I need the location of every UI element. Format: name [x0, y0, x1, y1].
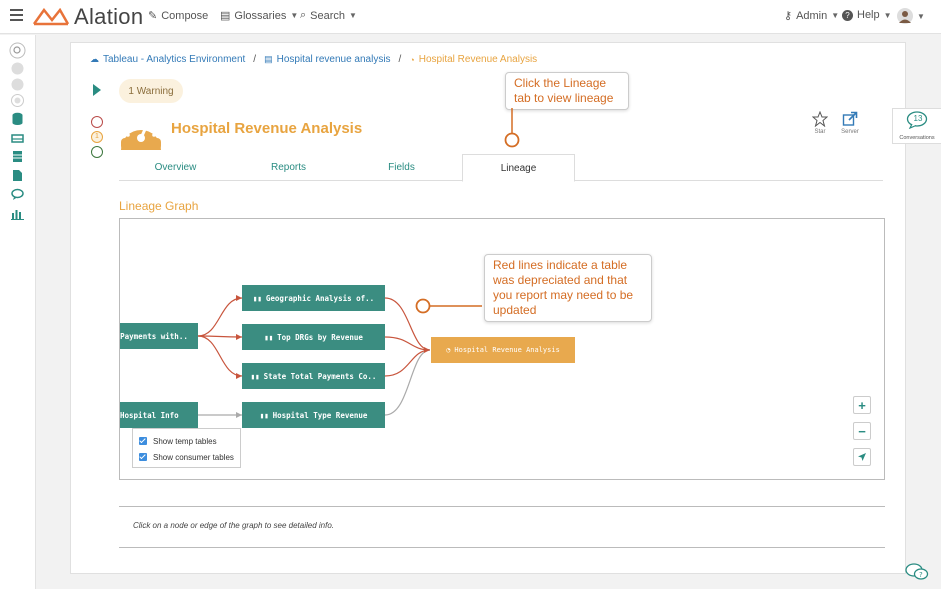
top-navbar: Alation ✎ Compose ▤ Glossaries ▼ ⌕ Searc…	[0, 0, 941, 34]
zoom-out-button[interactable]: −	[853, 422, 871, 440]
warning-badge[interactable]: 1 Warning	[119, 79, 183, 103]
tab-overview[interactable]: Overview	[119, 154, 232, 181]
edge-typerev-report	[384, 349, 431, 416]
status-green-circle-icon[interactable]	[91, 146, 103, 158]
server-label: Server	[841, 129, 859, 135]
dashboard-icon: ◔	[409, 54, 415, 65]
zoom-in-button[interactable]: +	[853, 396, 871, 414]
sidebar-target-icon[interactable]	[11, 94, 24, 107]
key-icon: ⚷	[784, 10, 793, 22]
logo-text: Alation	[74, 4, 144, 29]
caret-down-icon: ▼	[883, 10, 892, 20]
sidebar-search-icon[interactable]	[9, 42, 26, 59]
show-consumer-tables-option[interactable]: Show consumer tables	[139, 449, 234, 465]
edge-payments-geo	[197, 297, 243, 337]
callout-lineage-pointer	[504, 108, 520, 148]
breadcrumb-current: Hospital Revenue Analysis	[418, 54, 538, 65]
nav-admin[interactable]: ⚷ Admin ▼	[784, 9, 840, 23]
sidebar-chat-icon[interactable]	[11, 78, 24, 91]
show-temp-tables-checkbox[interactable]	[139, 437, 147, 445]
sidebar-people-icon[interactable]	[11, 62, 24, 75]
conversations-tab[interactable]: 13 Conversations	[892, 108, 941, 144]
avatar	[897, 8, 913, 24]
show-consumer-tables-checkbox[interactable]	[139, 453, 147, 461]
nav-help[interactable]: ? Help ▼	[842, 9, 892, 21]
graph-info-panel: Click on a node or edge of the graph to …	[119, 506, 885, 548]
sidebar-chart-icon[interactable]	[11, 207, 24, 220]
sidebar-table-icon[interactable]	[11, 150, 24, 163]
dashboard-icon: ◔	[446, 346, 451, 354]
breadcrumb: ☁ Tableau - Analytics Environment / ▤ Ho…	[90, 54, 538, 65]
callout-lineage-tab: Click the Lineage tab to view lineage	[505, 72, 629, 110]
star-icon	[811, 110, 829, 128]
status-indicators: 1	[91, 116, 103, 161]
conversation-count: 13	[913, 114, 923, 123]
user-avatar-menu[interactable]: ▼	[897, 8, 925, 24]
nav-compose[interactable]: ✎ Compose	[148, 9, 208, 23]
alation-logo-icon	[32, 8, 70, 26]
callout-red-lines: Red lines indicate a table was depreciat…	[484, 254, 652, 322]
node-hospital-info[interactable]: Hospital Info	[120, 402, 198, 428]
node-state-total[interactable]: ▮▮ State Total Payments Co..	[242, 363, 385, 389]
pencil-icon: ✎	[148, 10, 158, 22]
conversations-label: Conversations	[899, 135, 935, 141]
sidebar-inbox-icon[interactable]	[11, 131, 24, 144]
expand-triangle-icon[interactable]	[93, 84, 101, 96]
tab-bar: Overview Reports Fields Lineage	[119, 154, 883, 182]
sidebar-document-icon[interactable]	[11, 169, 24, 182]
caret-down-icon: ▼	[349, 11, 357, 20]
location-arrow-icon	[858, 453, 866, 461]
graph-info-text: Click on a node or edge of the graph to …	[133, 521, 335, 530]
status-red-circle-icon[interactable]	[91, 116, 103, 128]
bar-chart-icon: ▮▮	[250, 371, 260, 381]
status-yellow-circle-icon[interactable]: 1	[91, 131, 103, 143]
show-temp-tables-option[interactable]: Show temp tables	[139, 433, 234, 449]
edge-state-report	[384, 349, 431, 377]
server-button[interactable]: Server	[835, 111, 865, 135]
breadcrumb-item-project[interactable]: Hospital revenue analysis	[277, 54, 391, 65]
node-geographic-analysis[interactable]: ▮▮ Geographic Analysis of..	[242, 285, 385, 311]
alation-logo[interactable]: Alation	[32, 4, 143, 30]
edge-payments-state	[197, 335, 243, 377]
bar-chart-icon: ▮▮	[259, 410, 269, 420]
star-label: Star	[814, 129, 826, 135]
graph-options: Show temp tables Show consumer tables	[132, 428, 241, 468]
tab-reports[interactable]: Reports	[232, 154, 345, 181]
star-button[interactable]: Star	[805, 110, 835, 135]
caret-down-icon: ▼	[290, 11, 299, 20]
hamburger-menu-icon[interactable]	[10, 9, 23, 21]
bar-chart-icon: ▮▮	[264, 332, 274, 342]
left-sidebar	[0, 35, 36, 589]
book-icon: ▤	[220, 10, 231, 22]
page-title: Hospital Revenue Analysis	[171, 120, 363, 137]
nav-glossaries[interactable]: ▤ Glossaries ▼	[220, 9, 299, 23]
minus-icon: −	[858, 423, 866, 439]
tab-fields[interactable]: Fields	[345, 154, 458, 181]
plus-icon: +	[858, 397, 866, 413]
help-circle-icon: ?	[842, 9, 853, 21]
book-icon: ▤	[264, 54, 273, 64]
search-icon: ⌕	[300, 9, 307, 21]
breadcrumb-item-tableau[interactable]: Tableau - Analytics Environment	[103, 54, 245, 65]
lineage-section-title: Lineage Graph	[119, 199, 199, 213]
dashboard-icon	[121, 121, 161, 150]
sidebar-database-icon[interactable]	[11, 112, 24, 125]
node-hospital-revenue-analysis[interactable]: ◔ Hospital Revenue Analysis	[431, 337, 575, 363]
caret-down-icon: ▼	[917, 11, 925, 21]
sidebar-conversation-icon[interactable]	[11, 188, 24, 201]
node-payments[interactable]: Payments with..	[120, 323, 198, 349]
tab-lineage[interactable]: Lineage	[462, 154, 575, 182]
bar-chart-icon: ▮▮	[252, 293, 262, 303]
recenter-button[interactable]	[853, 448, 871, 466]
chat-help-icon[interactable]: ?	[905, 562, 929, 582]
caret-down-icon: ▼	[831, 11, 840, 20]
cloud-icon: ☁	[90, 54, 99, 64]
svg-text:?: ?	[919, 571, 923, 579]
nav-search[interactable]: ⌕ Search ▼	[300, 9, 357, 22]
node-hospital-type-revenue[interactable]: ▮▮ Hospital Type Revenue	[242, 402, 385, 428]
node-top-drgs[interactable]: ▮▮ Top DRGs by Revenue	[242, 324, 385, 350]
external-link-icon	[842, 111, 858, 126]
